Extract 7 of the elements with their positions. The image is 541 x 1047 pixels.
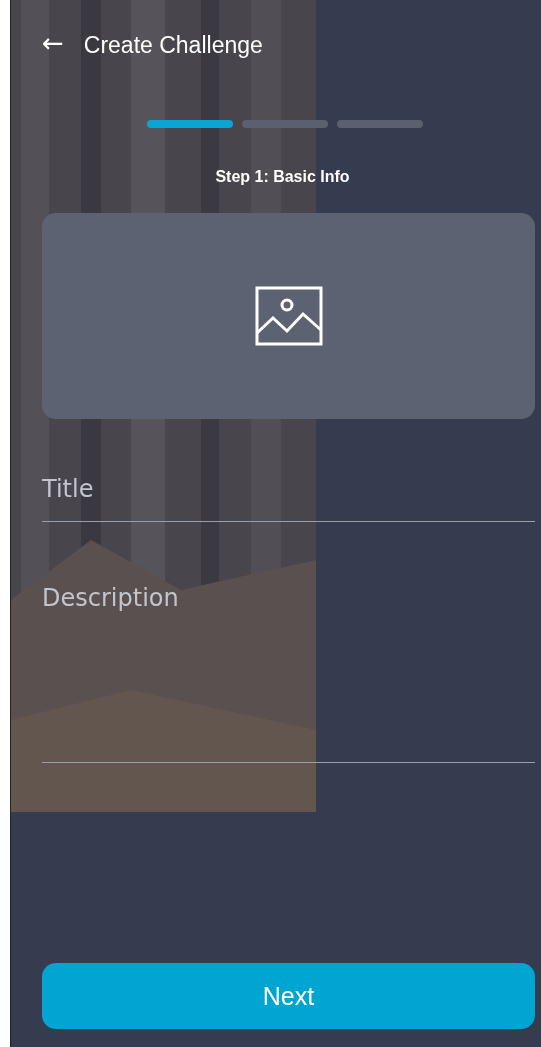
- image-upload-area[interactable]: [42, 213, 535, 419]
- back-button[interactable]: ←: [42, 28, 70, 62]
- description-field[interactable]: Description: [42, 572, 535, 763]
- screen-title: Create Challenge: [83, 31, 263, 59]
- title-field[interactable]: Title: [42, 467, 535, 522]
- image-icon: [254, 286, 323, 346]
- step-label: Step 1: Basic Info: [214, 168, 351, 186]
